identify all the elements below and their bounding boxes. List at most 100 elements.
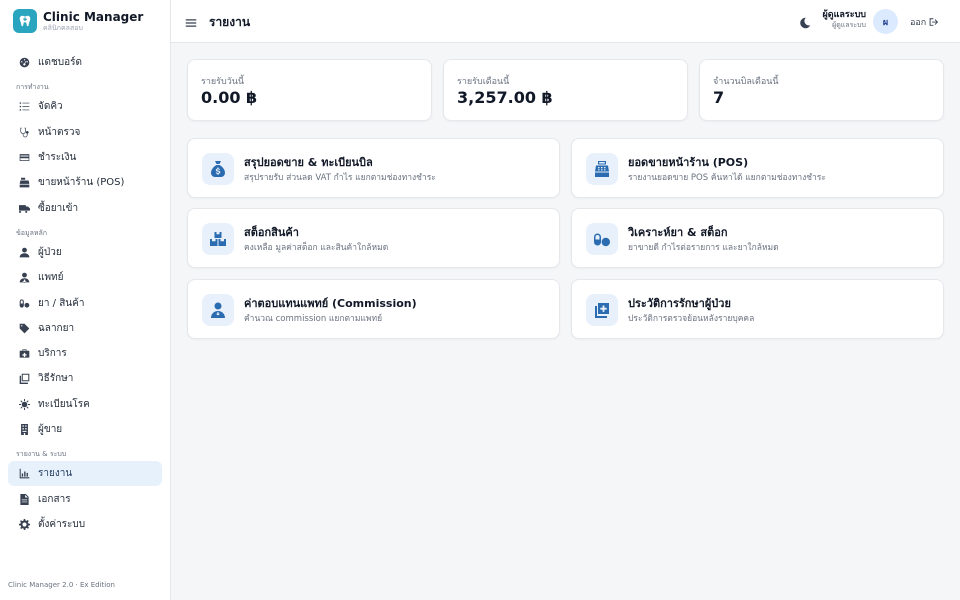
report-card-patient-history[interactable]: ประวัติการรักษาผู้ป่วย ประวัติการตรวจย้อ…: [571, 279, 944, 339]
stat-card-month-bills: จำนวนบิลเดือนนี้ 7: [699, 59, 944, 121]
nav-section-title: ข้อมูลหลัก: [16, 228, 48, 237]
sidebar-footer: Clinic Manager 2.0 · Ex Edition: [8, 581, 115, 589]
dashboard-icon: [18, 57, 30, 69]
document-icon: [18, 493, 30, 505]
sidebar-item-patients[interactable]: ผู้ป่วย: [8, 240, 162, 265]
pills-icon: [18, 297, 30, 309]
sidebar-item-label: แพทย์: [38, 272, 64, 284]
sidebar-item-label: ตั้งค่าระบบ: [38, 518, 86, 530]
stat-label: รายรับเดือนนี้: [457, 77, 510, 87]
sidebar-item-label: ชำระเงิน: [38, 152, 77, 164]
truck-icon: [18, 202, 30, 214]
sidebar-item-label: แดชบอร์ด: [38, 57, 82, 69]
sidebar-item-medicines[interactable]: ยา / สินค้า: [8, 290, 162, 315]
sidebar-item-purchase[interactable]: ซื้อยาเข้า: [8, 195, 162, 220]
sidebar-item-label: วิธีรักษา: [38, 373, 74, 385]
stat-value: 7: [713, 88, 725, 107]
sidebar-item-doctors[interactable]: แพทย์: [8, 265, 162, 290]
user-icon: [18, 246, 30, 258]
report-description: ประวัติการตรวจย้อนหลังรายบุคคล: [628, 314, 755, 324]
avatar[interactable]: ผ: [873, 9, 898, 34]
brand-title: Clinic Manager: [43, 9, 144, 24]
sidebar-item-label: จัดคิว: [38, 101, 63, 113]
nav-section-title: การทำงาน: [16, 83, 49, 92]
logout-button[interactable]: ออก: [910, 15, 939, 29]
user-role: ผู้ดูแลระบบ: [832, 21, 866, 29]
report-title: สต็อกสินค้า: [244, 226, 299, 239]
report-description: คำนวณ commission แยกตามแพทย์: [244, 314, 383, 324]
stat-value: 0.00 ฿: [201, 88, 258, 107]
clipboard-icon: [18, 373, 30, 385]
sidebar-item-label: ซื้อยาเข้า: [38, 202, 79, 214]
sidebar-item-label: ขายหน้าร้าน (POS): [38, 177, 125, 189]
user-name: ผู้ดูแลระบบ: [822, 10, 866, 20]
report-title: สรุปยอดขาย & ทะเบียนบิล: [244, 156, 373, 169]
sidebar-item-label: ฉลากยา: [38, 322, 75, 334]
sidebar-item-treatments[interactable]: วิธีรักษา: [8, 366, 162, 391]
gear-icon: [18, 518, 30, 530]
report-description: สรุปรายรับ ส่วนลด VAT กำไร แยกตามช่องทาง…: [244, 173, 436, 183]
sidebar-item-label: ยา / สินค้า: [38, 297, 85, 309]
sidebar-item-examination[interactable]: หน้าตรวจ: [8, 120, 162, 145]
queue-icon: [18, 101, 30, 113]
menu-toggle-icon[interactable]: [185, 14, 197, 27]
sidebar-item-payment[interactable]: ชำระเงิน: [8, 145, 162, 170]
logout-icon: [929, 18, 939, 26]
report-card-sales-summary[interactable]: สรุปยอดขาย & ทะเบียนบิล สรุปรายรับ ส่วนล…: [187, 138, 560, 198]
sidebar-item-label: รายงาน: [38, 468, 73, 480]
report-description: ยาขายดี กำไรต่อรายการ และยาใกล้หมด: [628, 243, 779, 253]
sidebar-item-services[interactable]: บริการ: [8, 341, 162, 366]
stat-card-month-revenue: รายรับเดือนนี้ 3,257.00 ฿: [443, 59, 688, 121]
chart-icon: [18, 468, 30, 480]
cash-register-icon: [18, 177, 30, 189]
page-title: รายงาน: [209, 15, 251, 29]
report-title: วิเคราะห์ยา & สต็อก: [628, 226, 728, 239]
brand-subtitle: คลินิกคลสอบ: [43, 23, 83, 32]
report-title: ประวัติการรักษาผู้ป่วย: [628, 297, 731, 310]
pills-icon: [586, 223, 618, 255]
tag-icon: [18, 322, 30, 334]
user-info[interactable]: ผู้ดูแลระบบ ผู้ดูแลระบบ: [822, 10, 866, 30]
boxes-icon: [202, 223, 234, 255]
report-card-doctor-commission[interactable]: ค่าตอบแทนแพทย์ (Commission) คำนวณ commis…: [187, 279, 560, 339]
sidebar-item-label: บริการ: [38, 348, 67, 360]
report-card-stock[interactable]: สต็อกสินค้า คงเหลือ มูลค่าสต็อก และสินค้…: [187, 208, 560, 268]
report-card-pos-sales[interactable]: ยอดขายหน้าร้าน (POS) รายงานยอดขาย POS ค้…: [571, 138, 944, 198]
sidebar-item-vendors[interactable]: ผู้ขาย: [8, 417, 162, 442]
sidebar-item-settings[interactable]: ตั้งค่าระบบ: [8, 512, 162, 537]
report-description: รายงานยอดขาย POS ค้นหาได้ แยกตามช่องทางช…: [628, 173, 826, 183]
stat-card-today-revenue: รายรับวันนี้ 0.00 ฿: [187, 59, 432, 121]
stat-label: รายรับวันนี้: [201, 77, 245, 87]
dark-mode-icon[interactable]: [799, 14, 811, 29]
report-description: คงเหลือ มูลค่าสต็อก และสินค้าใกล้หมด: [244, 243, 389, 253]
sidebar-item-label: ผู้ขาย: [38, 424, 63, 435]
medical-record-icon: [586, 294, 618, 326]
building-icon: [18, 424, 30, 436]
stat-label: จำนวนบิลเดือนนี้: [713, 77, 779, 87]
sidebar-item-reports[interactable]: รายงาน: [8, 461, 162, 487]
sidebar-item-queue[interactable]: จัดคิว: [8, 94, 162, 119]
briefcase-medical-icon: [18, 348, 30, 360]
report-title: ยอดขายหน้าร้าน (POS): [628, 156, 749, 169]
top-header: รายงาน ผู้ดูแลระบบ ผู้ดูแลระบบ ผ ออก: [171, 0, 960, 43]
sidebar-item-pos[interactable]: ขายหน้าร้าน (POS): [8, 170, 162, 195]
doctor-icon: [18, 272, 30, 284]
stat-value: 3,257.00 ฿: [457, 88, 553, 107]
sidebar-nav: แดชบอร์ด การทำงาน จัดคิว หน้าตรวจ ชำระเง…: [8, 50, 162, 537]
stethoscope-icon: [18, 126, 30, 138]
virus-icon: [18, 398, 30, 410]
sidebar-item-dashboard[interactable]: แดชบอร์ด: [8, 50, 162, 75]
doctor-icon: [202, 294, 234, 326]
sidebar-item-documents[interactable]: เอกสาร: [8, 486, 162, 511]
sidebar-item-label: ผู้ป่วย: [38, 246, 62, 258]
sidebar-item-diseases[interactable]: ทะเบียนโรค: [8, 392, 162, 417]
clinic-logo-icon: [13, 9, 37, 33]
brand[interactable]: Clinic Manager คลินิกคลสอบ: [13, 9, 143, 33]
logout-label: ออก: [910, 18, 927, 28]
nav-section-title: รายงาน & ระบบ: [16, 450, 67, 459]
cash-register-icon: [586, 153, 618, 185]
report-card-medicine-analysis[interactable]: วิเคราะห์ยา & สต็อก ยาขายดี กำไรต่อรายกา…: [571, 208, 944, 268]
sidebar-item-labels[interactable]: ฉลากยา: [8, 316, 162, 341]
sidebar-item-label: หน้าตรวจ: [38, 126, 81, 138]
sidebar-item-label: ทะเบียนโรค: [38, 398, 90, 410]
